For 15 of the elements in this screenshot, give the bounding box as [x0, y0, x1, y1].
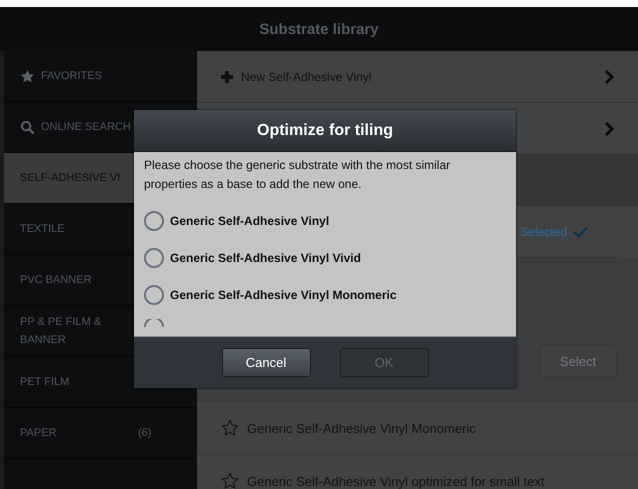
item-count: (6) [138, 427, 152, 439]
radio-button[interactable] [144, 319, 164, 327]
chevron-icon [604, 122, 614, 136]
star-icon [20, 68, 35, 84]
star-icon[interactable] [221, 472, 239, 489]
select-button[interactable]: Select [539, 345, 617, 377]
chevron-icon [604, 70, 614, 84]
dialog-title: Optimize for tiling [134, 110, 516, 152]
plus-icon [221, 70, 233, 82]
star-icon[interactable] [221, 419, 239, 437]
window-title: Substrate library [259, 20, 379, 38]
cancel-button[interactable]: Cancel [222, 348, 310, 377]
search-icon [20, 120, 35, 134]
check-icon [573, 226, 588, 238]
selected-status: Selected [520, 224, 567, 238]
